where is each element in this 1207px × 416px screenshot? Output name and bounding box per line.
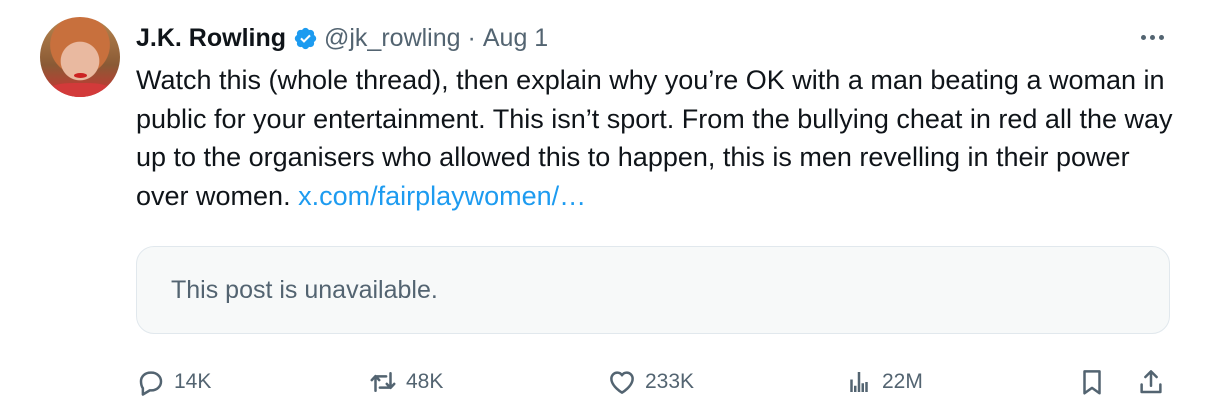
share-icon [1140,370,1162,394]
bookmark-button[interactable] [1077,364,1107,400]
heart-icon [610,371,634,394]
avatar[interactable] [40,17,120,97]
avatar-detail [74,73,87,78]
post-body: Watch this (whole thread), then explain … [136,65,1173,211]
post-date[interactable]: Aug 1 [483,24,548,53]
quoted-post-unavailable: This post is unavailable. [136,246,1170,334]
avatar-detail [50,83,110,97]
more-options-icon[interactable] [1137,22,1167,52]
unavailable-message: This post is unavailable. [171,275,438,304]
verified-badge-icon[interactable] [293,26,318,51]
post-text: Watch this (whole thread), then explain … [136,61,1176,215]
reply-button[interactable]: 14K [136,364,211,400]
repost-button[interactable]: 48K [368,364,443,400]
like-button[interactable]: 233K [607,364,694,400]
like-count: 233K [645,370,695,393]
bookmark-icon [1083,370,1101,395]
reply-icon [139,371,163,396]
separator-dot: · [467,23,476,52]
share-button[interactable] [1136,364,1166,400]
views-chart-icon [850,372,868,392]
reply-count: 14K [174,370,212,393]
post-link[interactable]: x.com/fairplaywomen/… [298,181,586,211]
action-bar: 14K 48K 233K 22M [136,364,1176,400]
post-header: J.K. Rowling @jk_rowling · Aug 1 [136,22,548,54]
author-handle[interactable]: @jk_rowling [324,24,461,53]
views-button[interactable]: 22M [844,364,923,400]
repost-count: 48K [406,370,444,393]
author-name[interactable]: J.K. Rowling [136,24,286,53]
views-count: 22M [882,370,923,393]
repost-icon [370,372,396,392]
post[interactable]: J.K. Rowling @jk_rowling · Aug 1 Watch t… [0,0,1207,416]
